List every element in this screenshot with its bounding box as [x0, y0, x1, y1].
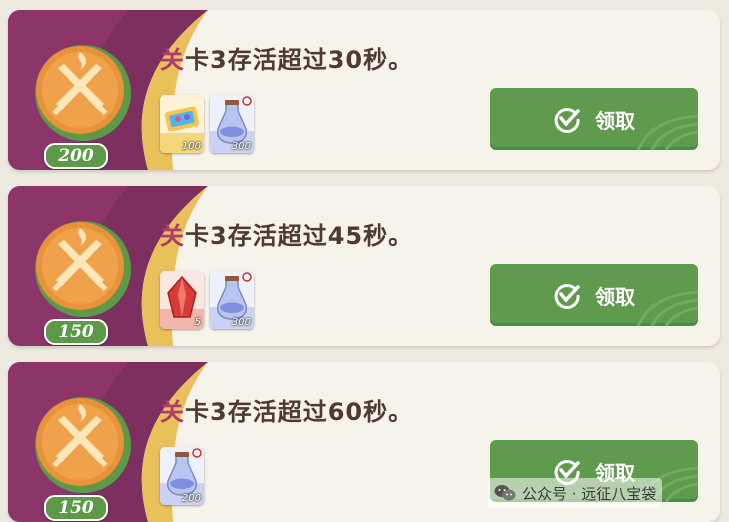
watermark-text: 公众号 · 远征八宝袋 [522, 484, 657, 503]
reward-qty: 300 [231, 317, 251, 328]
task-title-text: 卡3存活超过30秒。 [185, 46, 414, 74]
task-title-prefix: 关 [160, 222, 185, 250]
points-badge: 150 [44, 495, 108, 521]
check-circle-icon [554, 107, 580, 133]
points-badge: 200 [44, 143, 108, 169]
task-card: 200 关卡3存活超过30秒。 100 300 领取 [8, 10, 720, 170]
points-badge: 150 [44, 319, 108, 345]
reward-qty: 200 [181, 493, 201, 504]
reward-qty: 5 [194, 317, 201, 328]
task-title-text: 卡3存活超过45秒。 [185, 222, 414, 250]
reward-qty: 100 [181, 141, 201, 152]
crossed-swords-badge-icon [35, 45, 131, 141]
reward-item-potion[interactable]: 300 [210, 95, 254, 153]
crossed-swords-badge-icon [35, 397, 131, 493]
task-card: 150 关卡3存活超过45秒。 5 300 领取 [8, 186, 720, 346]
claim-button[interactable]: 领取 [490, 88, 698, 150]
watermark: 公众号 · 远征八宝袋 [488, 478, 663, 508]
wechat-icon [494, 485, 516, 501]
task-title-prefix: 关 [160, 398, 185, 426]
check-circle-icon [554, 283, 580, 309]
task-title: 关卡3存活超过30秒。 [160, 40, 413, 75]
task-title-text: 卡3存活超过60秒。 [185, 398, 414, 426]
task-title-prefix: 关 [160, 46, 185, 74]
task-title: 关卡3存活超过60秒。 [160, 392, 413, 427]
button-wave-decoration [636, 114, 698, 150]
reward-item-potion[interactable]: 200 [160, 447, 204, 505]
claim-button[interactable]: 领取 [490, 264, 698, 326]
task-title: 关卡3存活超过45秒。 [160, 216, 413, 251]
reward-qty: 300 [231, 141, 251, 152]
reward-item-potion[interactable]: 300 [210, 271, 254, 329]
reward-item-red-crystal[interactable]: 5 [160, 271, 204, 329]
button-wave-decoration [636, 290, 698, 326]
crossed-swords-badge-icon [35, 221, 131, 317]
reward-item-ticket[interactable]: 100 [160, 95, 204, 153]
